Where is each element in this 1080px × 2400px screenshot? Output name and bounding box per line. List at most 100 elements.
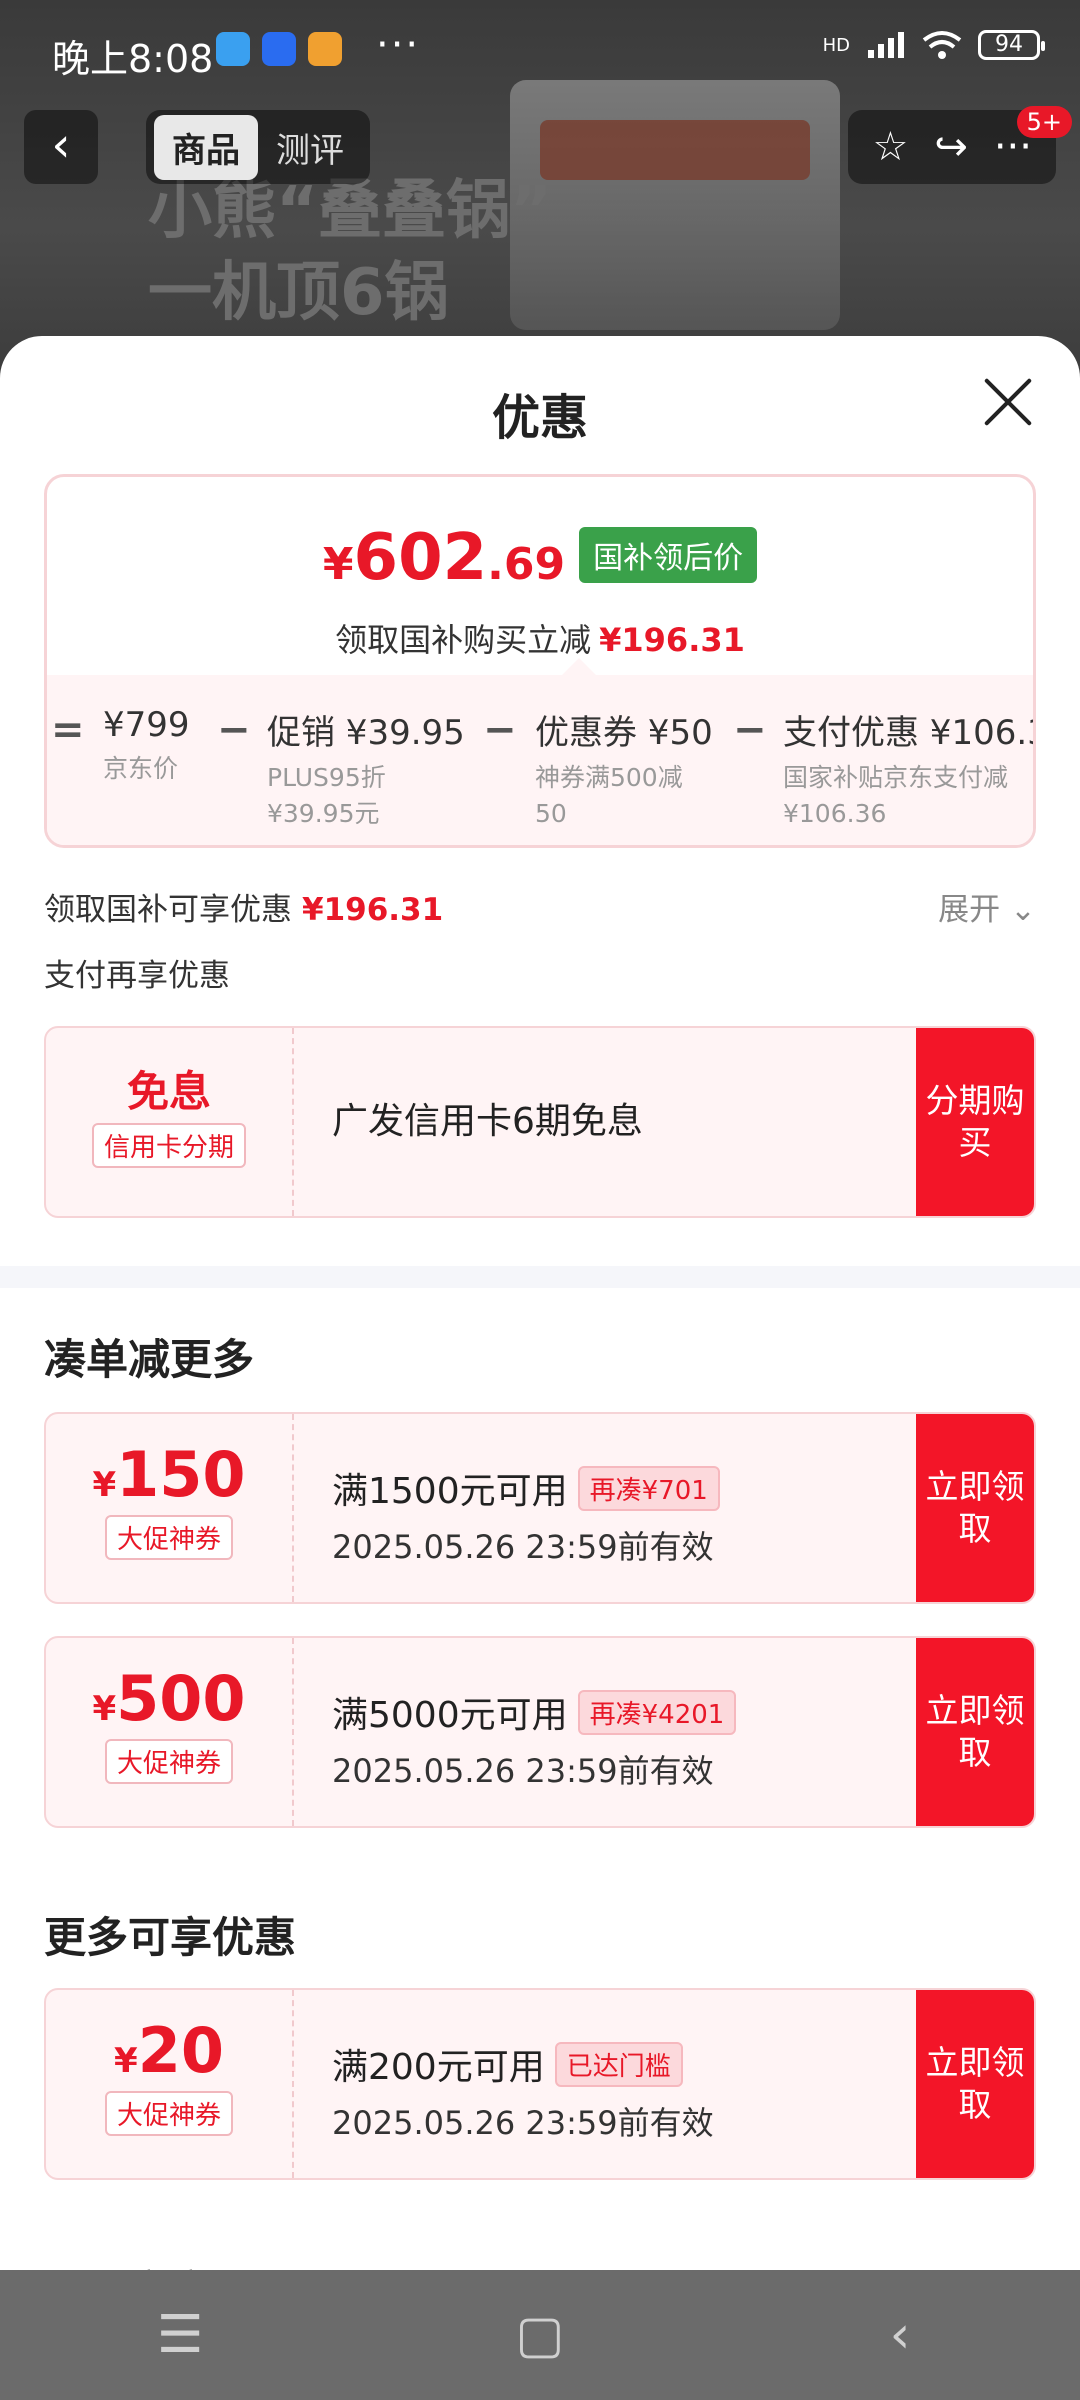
installment-text: 广发信用卡6期免息 — [332, 1101, 643, 1142]
claim-coupon-button[interactable]: 立即领取 — [916, 1638, 1034, 1826]
coupon-value: 150 — [116, 1438, 246, 1511]
price-breakdown: = ¥799 京东价 − 促销 ¥39.95 PLUS95折 ¥39.95元 −… — [47, 675, 1036, 845]
tab-review[interactable]: 测评 — [258, 115, 362, 180]
claim-coupon-button[interactable]: 立即领取 — [916, 1414, 1034, 1602]
price-symbol: ¥ — [322, 539, 354, 590]
menu-icon[interactable]: ☰ — [80, 2305, 280, 2365]
breakdown-sub2: ¥106.36 — [783, 799, 887, 828]
coupon-validity: 2025.05.26 23:59前有效 — [332, 1528, 714, 1566]
price-card: ¥602.69 国补领后价 领取国补购买立减 ¥196.31 = ¥799 京东价… — [44, 474, 1036, 848]
final-price: ¥602.69 — [323, 521, 565, 595]
price-subtitle: 领取国补购买立减 ¥196.31 — [47, 615, 1033, 661]
coupon-card: ¥150 大促神券 满1500元可用 再凑¥701 2025.05.26 23:5… — [44, 1412, 1036, 1604]
breakdown-sub2: ¥39.95元 — [267, 799, 380, 828]
currency-symbol: ¥ — [114, 2041, 138, 2081]
coupon-card: ¥20 大促神券 满200元可用 已达门槛 2025.05.26 23:59前有效… — [44, 1988, 1036, 2180]
coupon-info: 满1500元可用 再凑¥701 2025.05.26 23:59前有效 — [332, 1462, 720, 1568]
discount-sheet: 优惠 ¥602.69 国补领后价 领取国补购买立减 ¥196.31 = ¥799 … — [0, 336, 1080, 2270]
price-decimal: .69 — [487, 539, 566, 590]
final-price-row: ¥602.69 国补领后价 — [47, 521, 1033, 595]
coupon-info: 满200元可用 已达门槛 2025.05.26 23:59前有效 — [332, 2038, 714, 2144]
equals-sign: = — [51, 707, 85, 753]
home-icon[interactable]: ▢ — [440, 2305, 640, 2365]
breakdown-sub: 国家补贴京东支付减 — [783, 763, 1009, 792]
coupon-amount: ¥500 — [46, 1662, 292, 1735]
wifi-icon — [922, 31, 962, 59]
notes-app-icon — [308, 32, 342, 66]
system-nav-bar: ☰ ▢ ‹ — [0, 2270, 1080, 2400]
coupon-validity: 2025.05.26 23:59前有效 — [332, 2104, 714, 2142]
breakdown-title: ¥799 — [103, 705, 190, 745]
breakdown-item-payment: 支付优惠 ¥106.3 国家补贴京东支付减 ¥106.36 — [783, 705, 1036, 832]
installment-label: 信用卡分期 — [91, 1123, 246, 1168]
coupon-threshold: 满1500元可用 — [332, 1471, 568, 1512]
subsidy-label: 领取国补可享优惠 — [44, 892, 292, 928]
breakdown-item-jd-price: ¥799 京东价 — [103, 705, 190, 787]
coupon-left: ¥20 大促神券 — [46, 1990, 294, 2178]
product-slogan: 小熊“叠叠锅” 一机顶6锅 — [148, 170, 552, 334]
tab-product[interactable]: 商品 — [154, 114, 258, 180]
breakdown-item-promo: 促销 ¥39.95 PLUS95折 ¥39.95元 — [267, 705, 465, 832]
product-tabs: 商品 测评 — [146, 110, 370, 184]
price-integer: 602 — [353, 521, 488, 595]
coupon-chip: 再凑¥701 — [577, 1465, 720, 1511]
minus-sign: − — [733, 707, 767, 753]
subsidy-value: ¥196.31 — [302, 892, 444, 928]
claim-coupon-button[interactable]: 立即领取 — [916, 1990, 1034, 2178]
breakdown-title: 支付优惠 ¥106.3 — [783, 713, 1036, 753]
back-button[interactable]: ‹ — [24, 110, 98, 184]
message-badge: 5+ — [1016, 106, 1072, 138]
status-time: 晚上8:08 — [52, 37, 214, 81]
installment-info: 广发信用卡6期免息 — [332, 1092, 643, 1144]
coupon-threshold: 满5000元可用 — [332, 1695, 568, 1736]
installment-title: 免息 — [126, 1067, 211, 1116]
coupon-amount: ¥20 — [46, 2014, 292, 2087]
expand-button[interactable]: 展开 ⌄ — [938, 884, 1036, 929]
coupon-condition: 满5000元可用 再凑¥4201 — [332, 1686, 737, 1738]
installment-left: 免息 信用卡分期 — [46, 1028, 294, 1216]
signal-icon — [868, 32, 904, 58]
status-bar: 晚上8:08 ··· HD 94 — [0, 0, 1080, 100]
minus-sign: − — [217, 707, 251, 753]
breakdown-sub2: 50 — [535, 799, 567, 828]
section-title-cut: 开通享享 — [44, 2258, 212, 2270]
breakdown-sub: 神券满500减 — [535, 763, 683, 792]
slogan-line-2: 一机顶6锅 — [148, 256, 449, 330]
breakdown-item-coupon: 优惠券 ¥50 神券满500减 50 — [535, 705, 713, 832]
installment-buy-button[interactable]: 分期购买 — [916, 1028, 1034, 1216]
coupon-left: ¥500 大促神券 — [46, 1638, 294, 1826]
more-notifications-icon: ··· — [376, 22, 421, 68]
favorite-icon[interactable]: ☆ — [872, 124, 908, 170]
section-title-extra: 更多可享优惠 — [44, 1913, 297, 1962]
coupon-type-label: 大促神券 — [104, 1515, 233, 1560]
battery-icon: 94 — [978, 30, 1045, 60]
back-icon[interactable]: ‹ — [800, 2305, 1000, 2365]
cloud-app-icon — [216, 32, 250, 66]
subsidy-price-tag: 国补领后价 — [579, 527, 758, 583]
breakdown-sub: PLUS95折 — [267, 763, 386, 792]
feishu-app-icon — [262, 32, 296, 66]
installment-card: 免息 信用卡分期 广发信用卡6期免息 分期购买 — [44, 1026, 1036, 1218]
coupon-threshold: 满200元可用 — [332, 2047, 545, 2088]
network-type: HD — [822, 34, 850, 56]
coupon-type-label: 大促神券 — [104, 1739, 233, 1784]
subsidy-line: 领取国补可享优惠 ¥196.31 — [44, 884, 443, 929]
price-sub-label: 领取国补购买立减 — [335, 621, 592, 659]
status-right: HD 94 — [822, 30, 1045, 60]
coupon-chip: 已达门槛 — [554, 2041, 683, 2087]
coupon-condition: 满1500元可用 再凑¥701 — [332, 1462, 720, 1514]
close-icon[interactable] — [982, 376, 1034, 428]
coupon-info: 满5000元可用 再凑¥4201 2025.05.26 23:59前有效 — [332, 1686, 737, 1792]
pay-discount-label: 支付再享优惠 — [44, 958, 230, 994]
minus-sign: − — [483, 707, 517, 753]
breakdown-title: 优惠券 ¥50 — [535, 713, 713, 753]
notification-icons — [216, 32, 342, 66]
sheet-title: 优惠 — [491, 390, 588, 446]
currency-symbol: ¥ — [92, 1689, 117, 1729]
breakdown-sub: 京东价 — [103, 754, 179, 783]
section-title-more: 凑单减更多 — [44, 1335, 255, 1384]
coupon-card: ¥500 大促神券 满5000元可用 再凑¥4201 2025.05.26 23:… — [44, 1636, 1036, 1828]
breakdown-title: 促销 ¥39.95 — [267, 713, 465, 753]
share-icon[interactable]: ↪ — [934, 124, 968, 170]
coupon-left: ¥150 大促神券 — [46, 1414, 294, 1602]
